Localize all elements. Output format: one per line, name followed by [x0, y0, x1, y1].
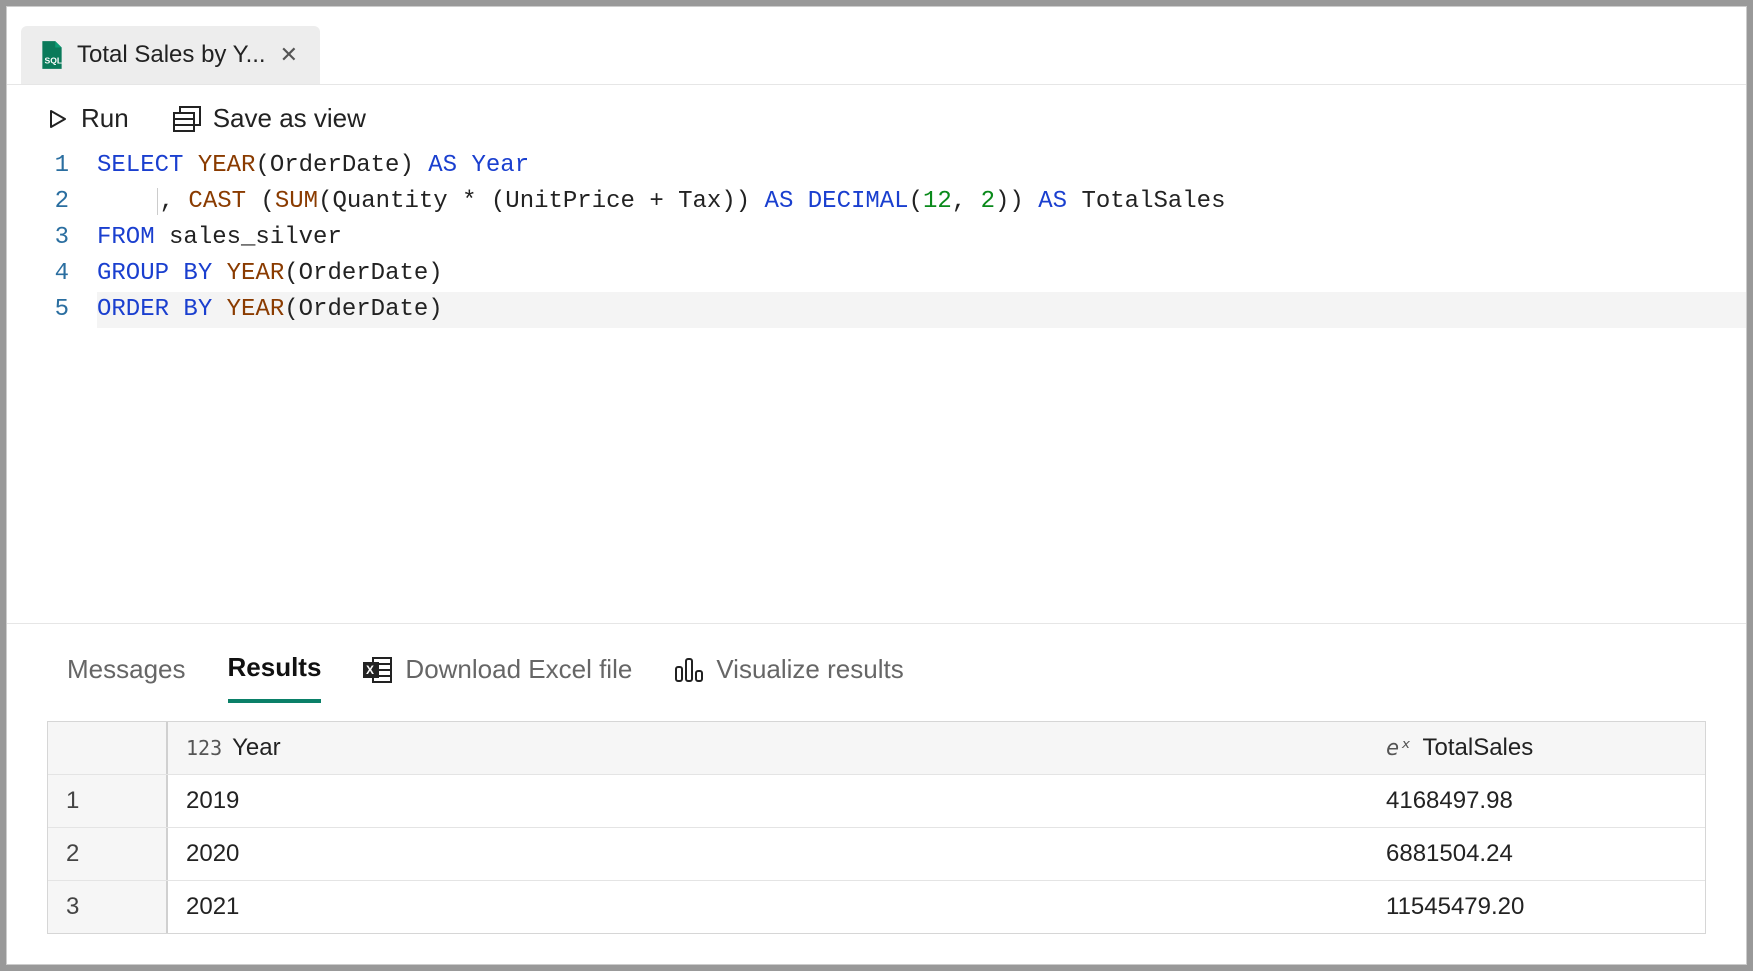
- save-as-view-label: Save as view: [213, 103, 366, 134]
- table-row[interactable]: 2 2020 6881504.24: [48, 828, 1705, 881]
- column-header-totalsales[interactable]: eˣ TotalSales: [1368, 722, 1705, 774]
- cell-totalsales: 11545479.20: [1368, 881, 1705, 933]
- save-view-icon: [173, 106, 201, 132]
- line-number: 2: [7, 184, 69, 220]
- chart-icon: [674, 657, 704, 683]
- tab-sql-query[interactable]: SQL Total Sales by Y... ✕: [21, 26, 320, 84]
- cell-totalsales: 6881504.24: [1368, 828, 1705, 880]
- decimal-type-icon: eˣ: [1386, 736, 1413, 761]
- grid-header-row: 123 Year eˣ TotalSales: [48, 722, 1705, 775]
- line-number: 5: [7, 292, 69, 328]
- results-grid: 123 Year eˣ TotalSales 1 2019 4168497.98…: [47, 721, 1706, 934]
- tab-results-label: Results: [228, 652, 322, 683]
- tab-results[interactable]: Results: [228, 652, 322, 703]
- numeric-type-icon: 123: [186, 736, 222, 760]
- cell-year: 2021: [168, 881, 1368, 933]
- line-gutter: 1 2 3 4 5: [7, 148, 97, 328]
- row-number: 1: [48, 775, 168, 827]
- line-number: 1: [7, 148, 69, 184]
- query-toolbar: Run Save as view: [7, 85, 1746, 144]
- tab-bar: SQL Total Sales by Y... ✕: [7, 7, 1746, 85]
- row-number: 3: [48, 881, 168, 933]
- column-name: TotalSales: [1423, 734, 1534, 762]
- run-label: Run: [81, 103, 129, 134]
- close-icon[interactable]: ✕: [278, 42, 300, 68]
- download-excel-button[interactable]: X Download Excel file: [363, 654, 632, 701]
- results-panel: Messages Results X Download Excel file: [7, 624, 1746, 964]
- svg-text:X: X: [366, 663, 374, 677]
- cell-year: 2020: [168, 828, 1368, 880]
- save-as-view-button[interactable]: Save as view: [173, 103, 366, 134]
- excel-icon: X: [363, 656, 393, 684]
- line-number: 4: [7, 256, 69, 292]
- visualize-results-label: Visualize results: [716, 654, 903, 685]
- row-number: 2: [48, 828, 168, 880]
- tab-messages[interactable]: Messages: [67, 654, 186, 701]
- grid-corner: [48, 722, 168, 774]
- play-icon: [45, 107, 69, 131]
- cell-totalsales: 4168497.98: [1368, 775, 1705, 827]
- tab-label: Total Sales by Y...: [77, 41, 266, 69]
- column-header-year[interactable]: 123 Year: [168, 722, 1368, 774]
- run-button[interactable]: Run: [45, 103, 129, 134]
- app-window: SQL Total Sales by Y... ✕ Run S: [6, 6, 1747, 965]
- download-excel-label: Download Excel file: [405, 654, 632, 685]
- line-number: 3: [7, 220, 69, 256]
- cell-year: 2019: [168, 775, 1368, 827]
- table-row[interactable]: 3 2021 11545479.20: [48, 881, 1705, 933]
- editor-empty-space[interactable]: [7, 328, 1746, 624]
- sql-file-icon: SQL: [39, 40, 65, 70]
- table-row[interactable]: 1 2019 4168497.98: [48, 775, 1705, 828]
- column-name: Year: [232, 734, 281, 762]
- results-tab-bar: Messages Results X Download Excel file: [7, 624, 1746, 703]
- visualize-results-button[interactable]: Visualize results: [674, 654, 903, 701]
- sql-editor[interactable]: 1 2 3 4 5 SELECT YEAR(OrderDate) AS Year…: [7, 144, 1746, 328]
- svg-text:SQL: SQL: [45, 56, 63, 66]
- tab-messages-label: Messages: [67, 654, 186, 685]
- code-area[interactable]: SELECT YEAR(OrderDate) AS Year , CAST (S…: [97, 148, 1746, 328]
